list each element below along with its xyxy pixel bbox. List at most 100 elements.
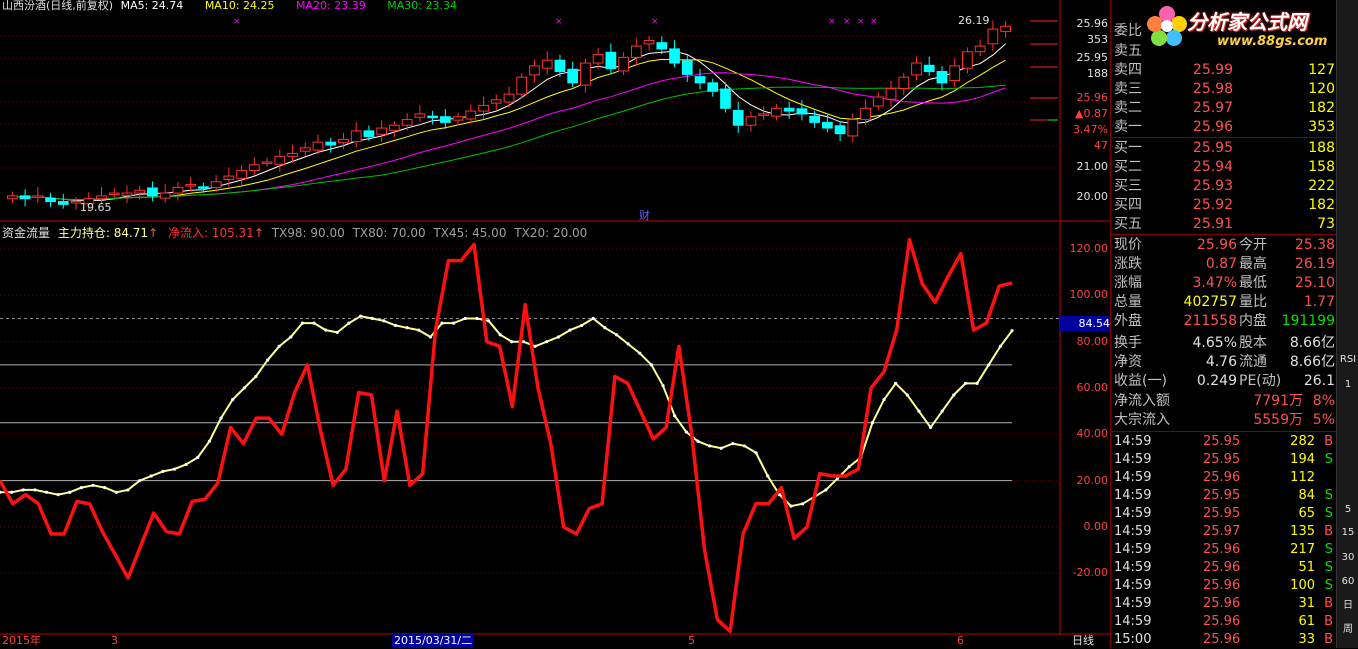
chart-canvas[interactable]: × × × × × × × [0, 0, 1110, 648]
watermark-url: www.88gs.com [1217, 34, 1328, 49]
candle-down [669, 48, 680, 64]
tick-row: 14:59 25.95 282 B [1111, 433, 1337, 451]
price-axis-label: 25.96 [1076, 17, 1109, 30]
stat-label-2: PE(动) [1239, 373, 1282, 389]
weibi-label: 委比 [1114, 23, 1142, 39]
sidebar-button[interactable]: RSI [1338, 350, 1358, 370]
tick-volume: 31 [1298, 596, 1315, 611]
sidebar-button[interactable]: 60 [1338, 572, 1358, 592]
sell-level-row[interactable]: 卖二 25.97 182 [1111, 99, 1337, 118]
tick-time: 14:59 [1114, 524, 1152, 539]
sidebar-button[interactable]: 日 [1338, 596, 1358, 616]
sidebar-button[interactable]: 1 [1338, 375, 1358, 395]
tx45-legend: TX45: 45.00 [433, 226, 507, 240]
stat-value-2: 8.66亿 [1289, 335, 1335, 351]
candle-down [809, 115, 820, 123]
candle-up [592, 54, 604, 64]
candle-up [516, 76, 528, 95]
tick-time: 14:59 [1114, 506, 1152, 521]
net-inflow-label: 净流入额 [1114, 393, 1170, 409]
candle-up [261, 161, 273, 164]
candle-down [45, 197, 56, 203]
holding-point [963, 381, 968, 385]
tick-price: 25.96 [1203, 560, 1241, 575]
holding-point [184, 462, 188, 467]
tool-sidebar: RSI 1 5 15 30 60 日周 [1336, 0, 1358, 648]
holding-point [696, 439, 700, 443]
sell-level-row[interactable]: 卖一 25.96 353 [1111, 118, 1337, 137]
price-axis-label: 20.00 [1076, 190, 1109, 203]
tick-price: 25.97 [1203, 524, 1241, 539]
stat-label-2: 最低 [1239, 275, 1267, 291]
tick-direction: S [1324, 542, 1333, 557]
block-inflow-row: 大宗流入 5559万 5% [1111, 411, 1337, 430]
candle-up [962, 51, 973, 69]
candle-down [147, 187, 158, 197]
flow-axis-label: 60.00 [1076, 381, 1109, 394]
stat-value: 211558 [1183, 313, 1237, 329]
sell-level-price: 25.97 [1192, 100, 1233, 116]
sidebar-button[interactable]: 周 [1338, 620, 1358, 640]
price-axis-label: 47 [1094, 139, 1108, 152]
tick-row: 14:59 25.96 31 B [1111, 595, 1337, 613]
buy-level-row[interactable]: 买四 25.92 182 [1111, 196, 1337, 215]
stat-value-2: 26.1 [1303, 373, 1335, 389]
sidebar-button[interactable]: 5 [1338, 500, 1358, 520]
price-axis-label: 25.96 [1076, 91, 1109, 104]
sell-level-price: 25.99 [1192, 62, 1233, 78]
buy-level-row[interactable]: 买三 25.93 222 [1111, 177, 1337, 196]
holding-point [940, 409, 944, 413]
candle-down [821, 121, 833, 129]
stat-label: 换手 [1114, 335, 1142, 351]
candle-up [350, 130, 362, 143]
holding-point [545, 340, 549, 344]
sidebar-button[interactable]: 15 [1338, 523, 1358, 543]
candle-down [732, 110, 744, 126]
holding-point [987, 363, 991, 367]
buy-level-label: 买三 [1114, 178, 1142, 194]
candle-up [134, 189, 146, 194]
sidebar-button[interactable]: 30 [1338, 548, 1358, 568]
buy-level-price: 25.92 [1192, 197, 1233, 213]
tick-volume: 33 [1298, 632, 1315, 647]
candle-up [401, 119, 413, 126]
holding-point [172, 467, 177, 471]
buy-level-row[interactable]: 买二 25.94 158 [1111, 158, 1337, 177]
buy-level-row[interactable]: 买五 25.91 73 [1111, 215, 1337, 234]
tick-row: 14:59 25.97 135 B [1111, 523, 1337, 541]
buy-level-row[interactable]: 买一 25.95 188 [1111, 139, 1337, 158]
financial-event-label[interactable]: 财 [639, 207, 650, 223]
candle-down [554, 59, 566, 73]
sell-level-label: 卖三 [1114, 81, 1142, 97]
tick-volume: 61 [1298, 614, 1315, 629]
tick-price: 25.95 [1203, 488, 1241, 503]
tick-direction: S [1324, 506, 1333, 521]
event-marker-icon: × [843, 17, 851, 27]
tick-volume: 84 [1298, 488, 1315, 503]
candle-up [580, 62, 591, 86]
stat-value-2: 25.38 [1294, 237, 1335, 253]
sell-level-row[interactable]: 卖四 25.99 127 [1111, 61, 1337, 80]
series-inflow-line [0, 237, 1013, 634]
candle-down [325, 141, 337, 146]
candle-up [452, 116, 464, 121]
tick-direction: B [1324, 524, 1333, 539]
holding-point [789, 504, 793, 508]
tick-row: 14:59 25.95 65 S [1111, 505, 1337, 523]
stat-label: 现价 [1114, 237, 1142, 253]
candle-up [529, 65, 540, 76]
holding-point [254, 374, 258, 379]
candle-down [936, 71, 948, 84]
candle-down [720, 88, 731, 109]
candle-down [834, 125, 846, 135]
chart-area[interactable]: × × × × × × × 山西汾酒(日线,前复权) MA5: 24.74 MA10: 24… [0, 0, 1110, 648]
sell-level-price: 25.96 [1192, 119, 1233, 135]
tick-direction: S [1324, 578, 1333, 593]
period-label[interactable]: 日线 [1072, 634, 1094, 648]
time-cursor-label: 2015/03/31/二 [392, 634, 475, 648]
holding-point [231, 397, 235, 402]
sell-level-label: 卖五 [1114, 43, 1142, 59]
flow-axis-label: -20.00 [1072, 566, 1108, 580]
sell-level-row[interactable]: 卖三 25.98 120 [1111, 80, 1337, 99]
price-axis-label: 25.95 [1076, 51, 1109, 64]
